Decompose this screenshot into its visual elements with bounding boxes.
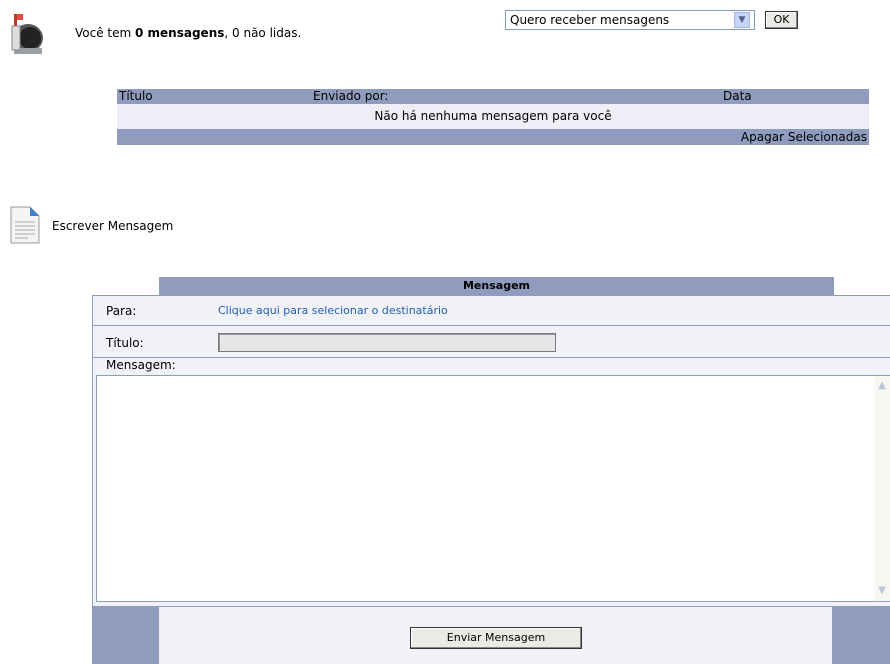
receive-messages-select[interactable]: Quero receber mensagens ▼: [505, 10, 755, 30]
row-mensagem: Mensagem:: [93, 358, 890, 372]
message-textarea[interactable]: ▲ ▼: [96, 375, 890, 602]
form-header: Mensagem: [159, 277, 834, 295]
write-message-link[interactable]: Escrever Mensagem: [52, 219, 173, 233]
form-footer: Enviar Mensagem: [92, 607, 890, 664]
textarea-scrollbar[interactable]: ▲ ▼: [874, 376, 890, 601]
footer-left-band: [92, 607, 159, 664]
mailbox-icon: [8, 12, 48, 56]
chevron-down-icon[interactable]: ▼: [734, 12, 750, 28]
compose-form: Mensagem Para: Clique aqui para selecion…: [92, 277, 890, 664]
ok-button[interactable]: OK: [765, 11, 798, 29]
empty-message-row: Não há nenhuma mensagem para você: [117, 104, 869, 129]
scroll-up-icon[interactable]: ▲: [874, 378, 890, 394]
document-icon[interactable]: [10, 206, 40, 244]
delete-selected-link[interactable]: Apagar Selecionadas: [117, 129, 869, 145]
para-label: Para:: [106, 304, 137, 318]
scroll-down-icon[interactable]: ▼: [874, 583, 890, 599]
row-titulo: Título:: [93, 326, 890, 358]
summary-count: 0 mensagens: [135, 26, 225, 40]
summary-prefix: Você tem: [75, 26, 136, 40]
message-table: Título Enviado por: Data Não há nenhuma …: [117, 89, 869, 145]
form-body: Para: Clique aqui para selecionar o dest…: [92, 295, 890, 607]
column-titulo[interactable]: Título: [117, 89, 313, 104]
column-enviado-por[interactable]: Enviado por:: [313, 89, 723, 104]
send-message-button[interactable]: Enviar Mensagem: [410, 627, 582, 649]
row-para: Para: Clique aqui para selecionar o dest…: [93, 296, 890, 326]
table-header-row: Título Enviado por: Data: [117, 89, 869, 104]
summary-suffix: , 0 não lidas.: [224, 26, 302, 40]
mensagem-label: Mensagem:: [106, 358, 176, 372]
select-recipient-link[interactable]: Clique aqui para selecionar o destinatár…: [218, 304, 448, 317]
receive-select-value: Quero receber mensagens: [510, 13, 670, 27]
message-summary: Você tem 0 mensagens, 0 não lidas.: [75, 26, 301, 40]
footer-right-band: [832, 607, 890, 664]
column-data[interactable]: Data: [723, 89, 863, 104]
titulo-label: Título:: [106, 336, 144, 350]
titulo-input[interactable]: [218, 333, 556, 352]
